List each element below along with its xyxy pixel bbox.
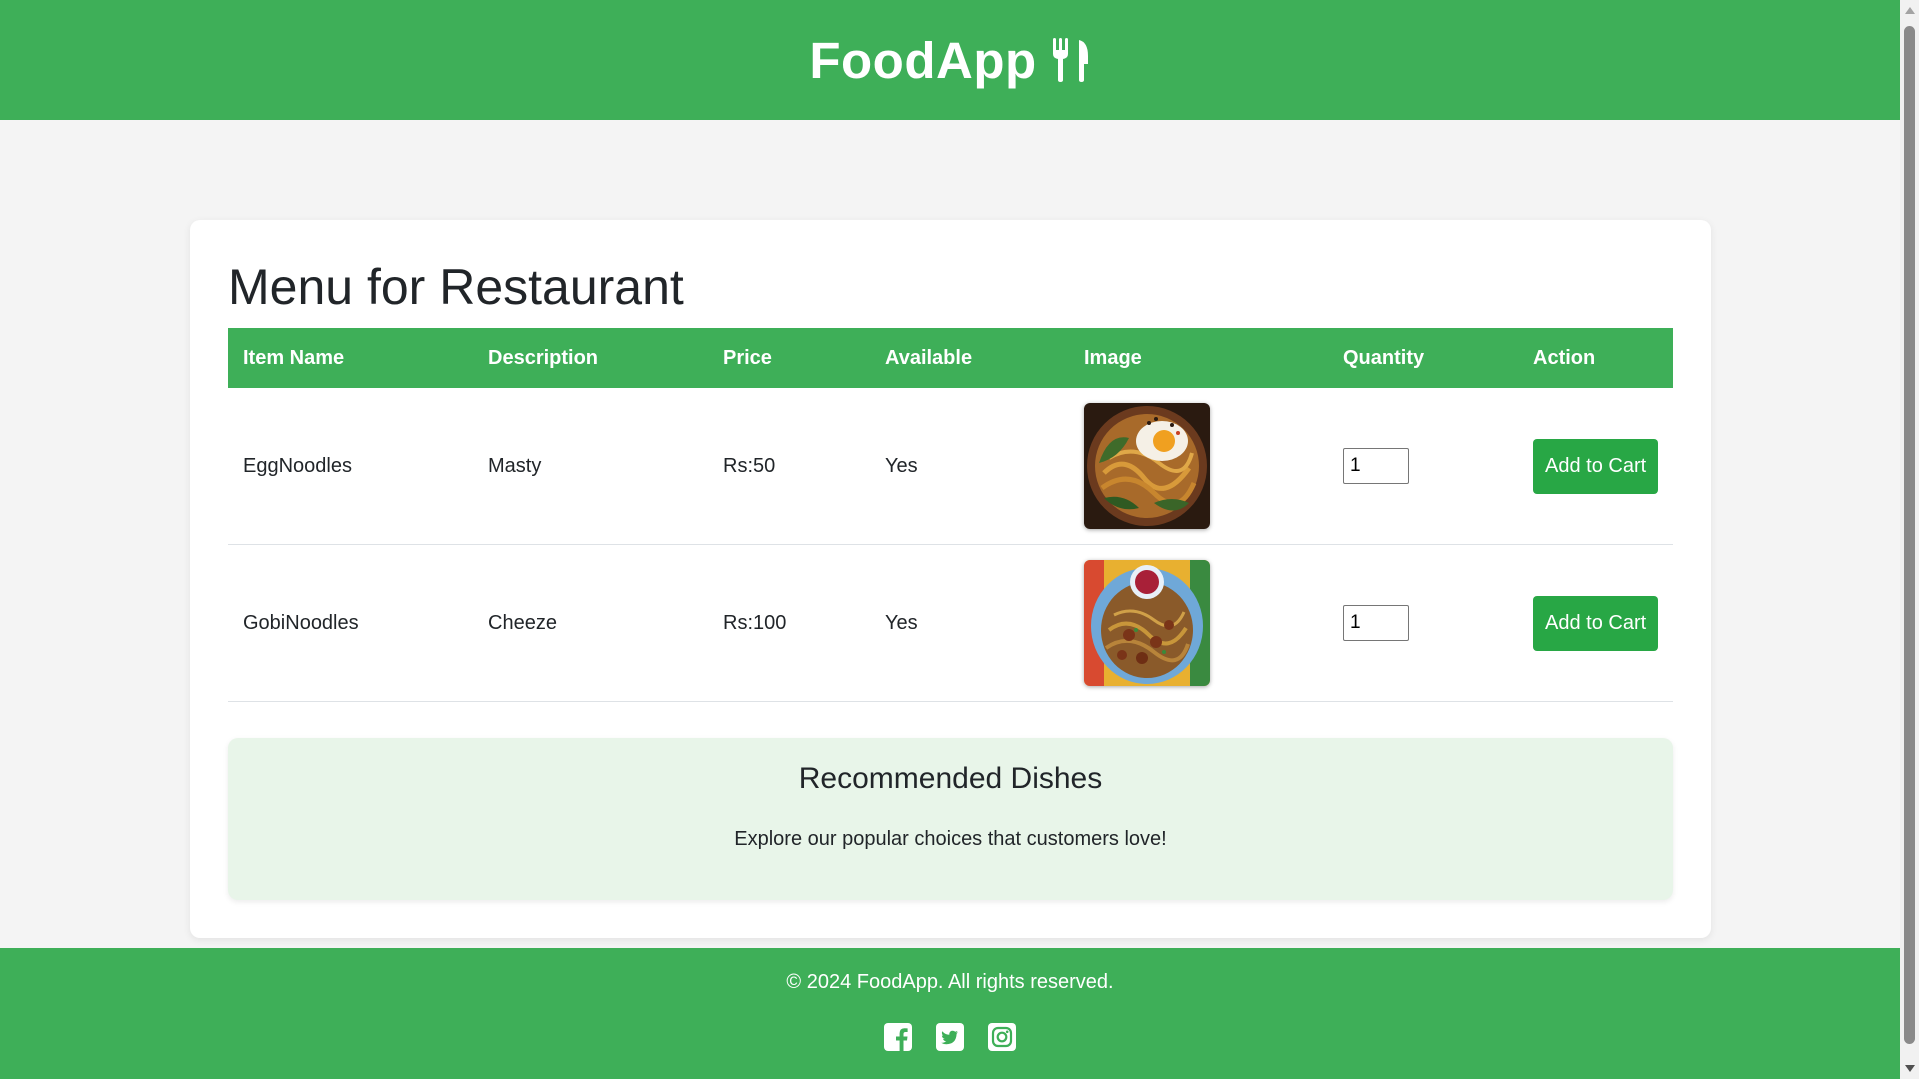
item-available: Yes: [870, 388, 1069, 545]
column-header-price: Price: [723, 346, 772, 369]
recommended-title: Recommended Dishes: [798, 762, 1103, 795]
column-header-quantity: Quantity: [1343, 346, 1425, 369]
column-header-description: Description: [488, 346, 599, 369]
scroll-down-arrow-icon[interactable]: [1905, 1065, 1915, 1072]
quantity-cell: [1328, 544, 1518, 702]
item-name: EggNoodles: [228, 388, 473, 545]
instagram-icon[interactable]: [988, 1023, 1016, 1051]
item-price: Rs:50: [708, 388, 870, 545]
egg-noodles-photo: [1084, 403, 1210, 529]
footer: © 2024 FoodApp. All rights reserved.: [0, 948, 1900, 1079]
column-header-available: Available: [885, 346, 973, 369]
utensils-icon: [1051, 38, 1091, 82]
item-description: Masty: [473, 388, 708, 545]
vertical-scrollbar[interactable]: [1900, 0, 1919, 1079]
column-header-image: Image: [1084, 346, 1142, 369]
menu-table: Item Name Description Price Available Im…: [228, 328, 1673, 702]
quantity-input[interactable]: [1343, 448, 1409, 484]
scroll-up-arrow-icon[interactable]: [1905, 7, 1915, 14]
column-header-item-name: Item Name: [243, 346, 345, 369]
table-row: EggNoodles Masty Rs:50 Yes 1 Add to Cart: [228, 388, 1673, 545]
facebook-icon[interactable]: [884, 1023, 912, 1051]
quantity-input[interactable]: [1343, 605, 1409, 641]
page-title: Menu for Restaurant: [228, 259, 684, 315]
recommended-section: Recommended Dishes Explore our popular c…: [228, 738, 1673, 900]
item-price: Rs:100: [708, 544, 870, 702]
item-available: Yes: [870, 544, 1069, 702]
table-header-row: Item Name Description Price Available Im…: [228, 328, 1673, 388]
app-header: FoodApp: [0, 0, 1900, 120]
scrollbar-thumb[interactable]: [1904, 26, 1915, 1044]
menu-card: Menu for Restaurant Item Name Descriptio…: [190, 220, 1711, 938]
social-links: [0, 1023, 1900, 1051]
add-to-cart-button[interactable]: Add to Cart: [1533, 438, 1659, 494]
item-name: GobiNoodles: [228, 544, 473, 702]
item-description: Cheeze: [473, 544, 708, 702]
action-cell: Add to Cart: [1518, 544, 1673, 702]
recommended-text: Explore our popular choices that custome…: [734, 828, 1167, 850]
item-image-cell: [1069, 388, 1328, 545]
item-image-cell: [1069, 544, 1328, 702]
add-to-cart-button[interactable]: Add to Cart: [1533, 595, 1659, 651]
copyright-text: © 2024 FoodApp. All rights reserved.: [786, 971, 1114, 993]
brand-title: FoodApp: [809, 31, 1037, 89]
column-header-action: Action: [1533, 346, 1596, 369]
gobi-noodles-photo: [1084, 560, 1210, 686]
brand[interactable]: FoodApp: [809, 31, 1090, 90]
quantity-cell: [1328, 388, 1518, 545]
action-cell: Add to Cart: [1518, 388, 1673, 545]
twitter-icon[interactable]: [936, 1023, 964, 1051]
table-row: GobiNoodles Cheeze Rs:100 Yes 1 Add to C…: [228, 544, 1673, 702]
